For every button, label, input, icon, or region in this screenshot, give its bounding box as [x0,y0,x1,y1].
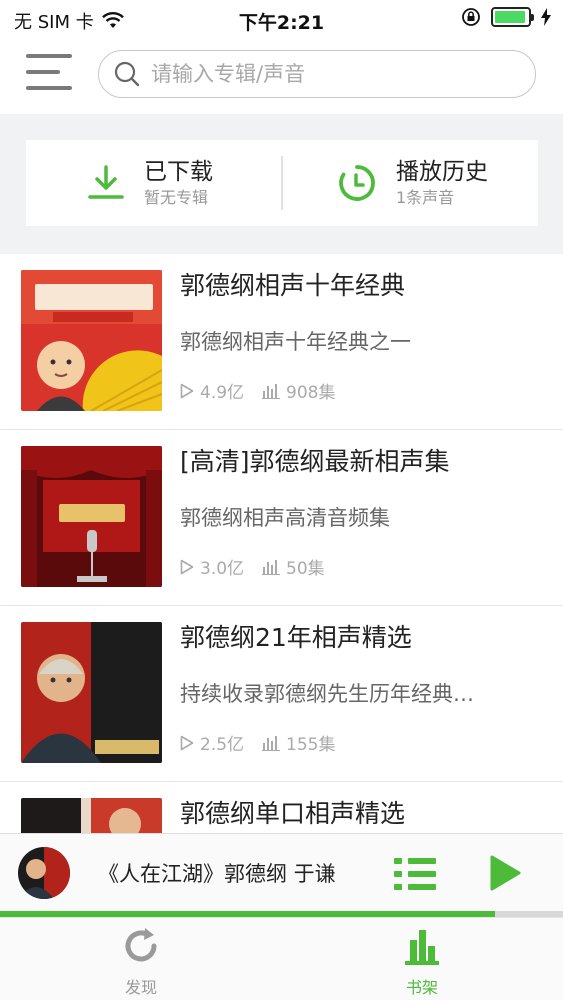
history-clock-icon [339,165,375,201]
history-button[interactable]: 播放历史 1条声音 [288,140,538,226]
now-playing-title: 《人在江湖》郭德纲 于谦 [98,862,336,886]
album-title: 郭德纲21年相声精选 [180,623,412,652]
quick-access-card: 已下载 暂无专辑 播放历史 1条声音 [26,140,538,226]
episode-count-value: 908集 [286,383,336,403]
album-info: 郭德纲相声十年经典 郭德纲相声十年经典之一 4.9亿 908集 [180,266,550,403]
status-bar: 无 SIM 卡 下午2:21 [0,0,563,38]
search-bar[interactable] [98,50,536,98]
album-item[interactable]: [高清]郭德纲最新相声集 郭德纲相声高清音频集 3.0亿 50集 [0,430,563,606]
downloaded-text: 已下载 暂无专辑 [144,157,213,209]
hamburger-menu-icon[interactable] [26,54,72,94]
refresh-discover-icon [125,928,157,962]
status-right [461,7,551,27]
now-playing-thumbnail[interactable] [18,847,70,899]
tab-bar: 发现 书架 [0,917,563,1000]
album-cover [21,270,162,411]
album-description: 郭德纲相声十年经典之一 [180,330,411,354]
play-count-value: 3.0亿 [200,559,245,579]
search-input[interactable] [151,62,531,86]
battery-level-fill [495,11,526,23]
rotation-lock-icon [462,8,480,26]
album-stats: 2.5亿 155集 [180,730,550,755]
play-count-value: 4.9亿 [200,383,245,403]
album-info: 郭德纲单口相声精选 [180,794,550,834]
history-title: 播放历史 [396,159,488,185]
play-count-icon [180,735,194,750]
album-cover [21,622,162,763]
album-description: 郭德纲相声高清音频集 [180,506,390,530]
tab-bookshelf-label: 书架 [405,978,438,997]
play-icon[interactable] [488,854,522,892]
downloaded-button[interactable]: 已下载 暂无专辑 [26,140,288,226]
album-stats: 3.0亿 50集 [180,554,550,579]
episodes-bars-icon [262,559,281,575]
album-item[interactable]: 郭德纲相声十年经典 郭德纲相声十年经典之一 4.9亿 908集 [0,254,563,430]
tab-discover[interactable]: 发现 [81,926,201,998]
play-count-value: 2.5亿 [200,735,245,755]
album-description: 持续收录郭德纲先生历年经典… [180,682,474,706]
episode-count: 50集 [262,554,325,579]
quick-divider [281,156,283,210]
episode-count: 908集 [262,378,336,403]
album-info: 郭德纲21年相声精选 持续收录郭德纲先生历年经典… 2.5亿 155集 [180,618,550,755]
download-icon [88,165,124,199]
album-info: [高清]郭德纲最新相声集 郭德纲相声高清音频集 3.0亿 50集 [180,442,550,579]
play-count: 2.5亿 [180,730,244,755]
downloaded-title: 已下载 [144,159,213,185]
history-text: 播放历史 1条声音 [396,157,488,209]
header [0,38,563,114]
bookshelf-chart-icon [405,930,439,965]
play-count-icon [180,559,194,574]
playlist-icon[interactable] [394,856,436,892]
play-count: 3.0亿 [180,554,244,579]
episode-count: 155集 [262,730,336,755]
play-count: 4.9亿 [180,378,244,403]
album-title: 郭德纲单口相声精选 [180,799,406,828]
tab-discover-label: 发现 [124,978,157,997]
album-title: [高清]郭德纲最新相声集 [180,447,450,476]
album-title: 郭德纲相声十年经典 [180,271,406,300]
downloaded-subtitle: 暂无专辑 [144,188,209,207]
history-subtitle: 1条声音 [396,188,455,207]
search-icon [114,61,140,87]
album-stats: 4.9亿 908集 [180,378,550,403]
episode-count-value: 50集 [286,559,325,579]
episodes-bars-icon [262,383,281,399]
charging-bolt-icon [541,8,551,26]
episodes-bars-icon [262,735,281,751]
battery-icon [491,7,534,27]
mini-player[interactable]: 《人在江湖》郭德纲 于谦 [0,833,563,913]
album-item[interactable]: 郭德纲21年相声精选 持续收录郭德纲先生历年经典… 2.5亿 155集 [0,606,563,782]
episode-count-value: 155集 [286,735,336,755]
play-count-icon [180,383,194,398]
album-cover [21,446,162,587]
tab-bookshelf[interactable]: 书架 [362,926,482,998]
